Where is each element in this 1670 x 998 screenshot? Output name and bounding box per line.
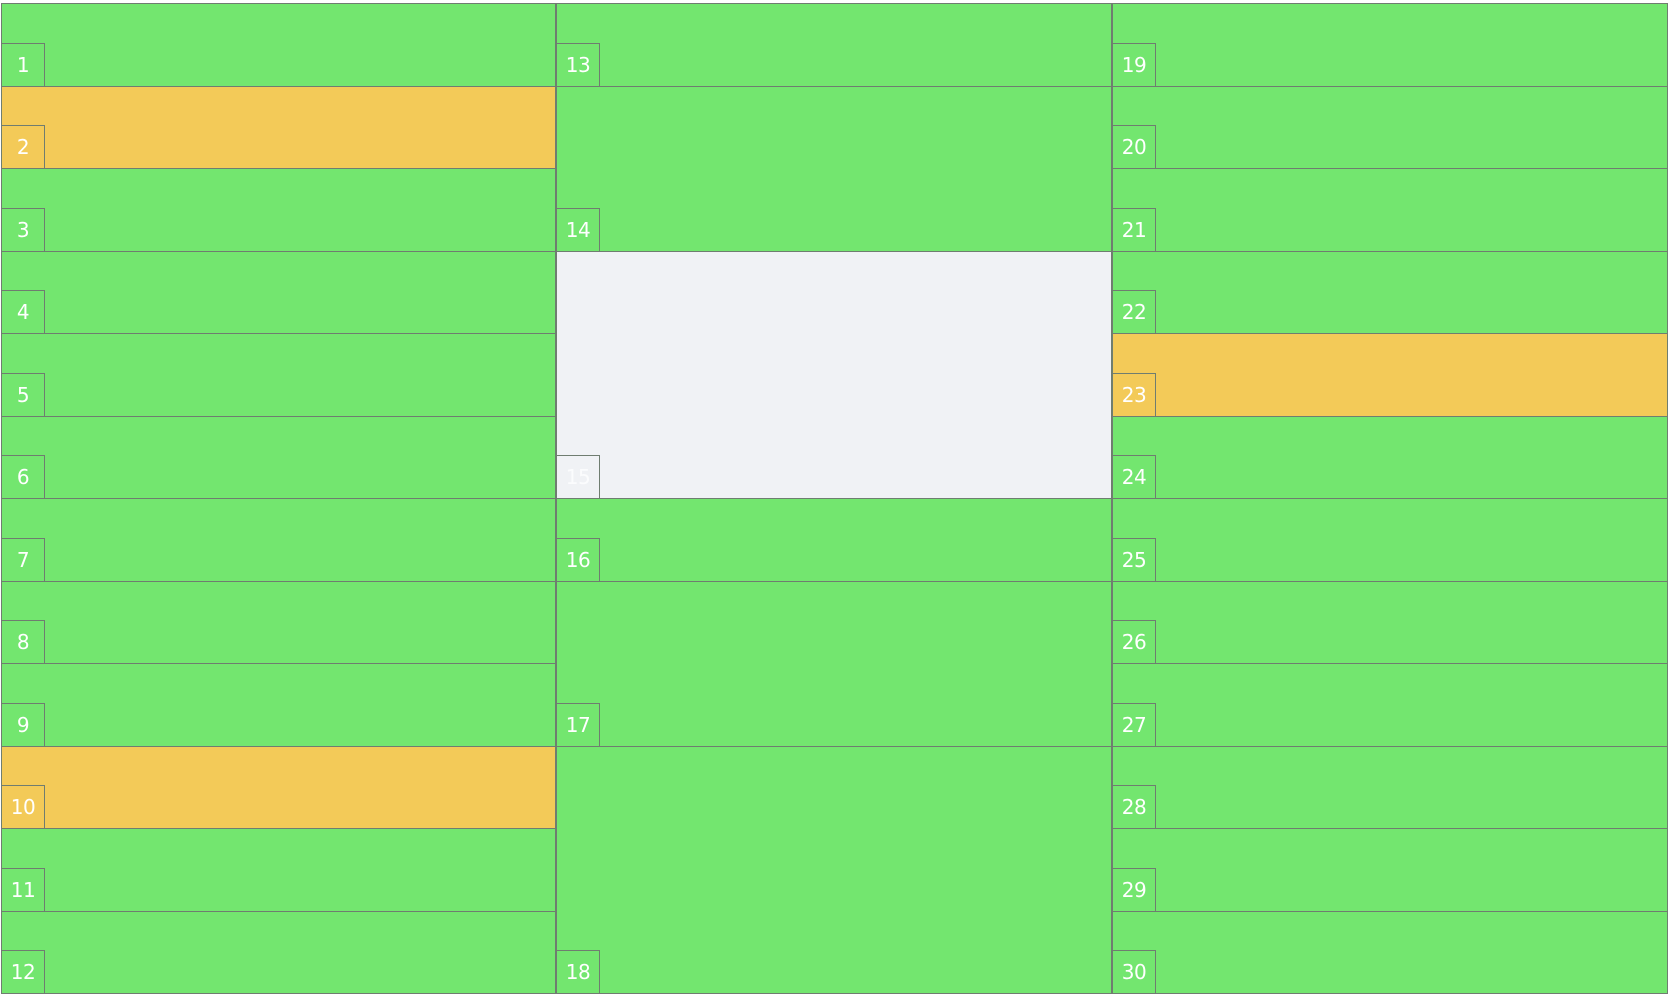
spot-number: 4 [1,290,45,334]
spot-cell-15[interactable]: 15 [556,250,1112,499]
spot-cell-21[interactable]: 21 [1112,168,1668,252]
spot-number: 27 [1112,702,1156,747]
spot-number: 2 [1,125,45,169]
spot-cell-30[interactable]: 30 [1112,910,1668,994]
spot-number: 10 [1,785,45,829]
spot-cell-19[interactable]: 19 [1112,3,1668,87]
spot-cell-16[interactable]: 16 [556,498,1112,582]
spot-cell-23[interactable]: 23 [1112,333,1668,417]
spot-cell-20[interactable]: 20 [1112,85,1668,169]
spot-cell-8[interactable]: 8 [1,580,556,664]
spot-number: 29 [1112,867,1156,912]
spot-cell-4[interactable]: 4 [1,250,556,334]
spot-number: 30 [1112,950,1156,994]
spot-number: 5 [1,372,45,417]
spot-cell-29[interactable]: 29 [1112,828,1668,912]
spot-number: 18 [556,950,600,994]
spot-number: 20 [1112,125,1156,169]
spot-cell-17[interactable]: 17 [556,580,1112,747]
spot-cell-26[interactable]: 26 [1112,580,1668,664]
spot-cell-6[interactable]: 6 [1,415,556,499]
spot-cell-1[interactable]: 1 [1,3,556,87]
spot-number: 26 [1112,620,1156,664]
spot-number: 6 [1,455,45,499]
column-3: 19 20 21 22 23 24 25 26 27 28 29 30 [1112,3,1668,994]
spot-number: 8 [1,620,45,664]
spot-cell-18[interactable]: 18 [556,745,1112,994]
spot-cell-10[interactable]: 10 [1,745,556,829]
spot-number: 14 [556,207,600,252]
column-1: 1 2 3 4 5 6 7 8 9 10 11 12 [1,3,556,994]
spot-number: 22 [1112,290,1156,334]
spot-cell-25[interactable]: 25 [1112,498,1668,582]
spot-cell-13[interactable]: 13 [556,3,1112,87]
spot-cell-3[interactable]: 3 [1,168,556,252]
spot-cell-24[interactable]: 24 [1112,415,1668,499]
spot-number: 12 [1,950,45,994]
spot-cell-5[interactable]: 5 [1,333,556,417]
spot-cell-9[interactable]: 9 [1,663,556,747]
spot-cell-12[interactable]: 12 [1,910,556,994]
spot-number: 19 [1112,42,1156,87]
column-2: 13 14 15 16 17 18 [556,3,1112,994]
spot-cell-14[interactable]: 14 [556,85,1112,252]
spot-number: 21 [1112,207,1156,252]
spot-number: 1 [1,42,45,87]
spot-cell-2[interactable]: 2 [1,85,556,169]
spot-cell-11[interactable]: 11 [1,828,556,912]
spot-cell-22[interactable]: 22 [1112,250,1668,334]
spot-number: 17 [556,702,600,747]
spot-grid: 1 2 3 4 5 6 7 8 9 10 11 12 13 14 15 16 17 18 19 20 21 22 23 2… [1,3,1668,994]
spot-number: 13 [556,42,600,87]
spot-number: 24 [1112,455,1156,499]
spot-cell-7[interactable]: 7 [1,498,556,582]
spot-number: 3 [1,207,45,252]
spot-number: 15 [556,455,600,499]
spot-number: 7 [1,537,45,582]
spot-number: 16 [556,537,600,582]
spot-number: 28 [1112,785,1156,829]
spot-number: 9 [1,702,45,747]
spot-cell-28[interactable]: 28 [1112,745,1668,829]
spot-number: 23 [1112,372,1156,417]
spot-number: 25 [1112,537,1156,582]
spot-number: 11 [1,867,45,912]
spot-cell-27[interactable]: 27 [1112,663,1668,747]
